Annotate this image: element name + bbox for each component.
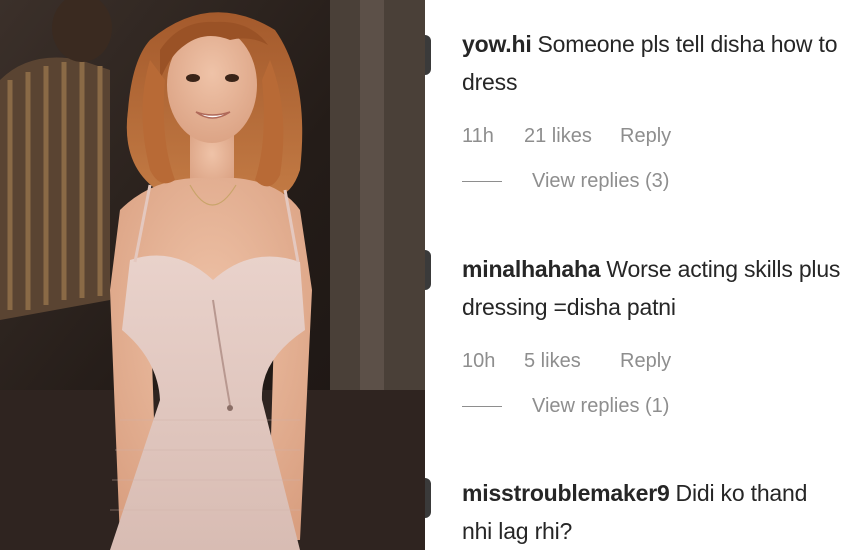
comments-panel: yow.hi Someone pls tell disha how to dres… <box>425 0 850 550</box>
view-replies-row[interactable]: View replies (1) <box>462 395 842 418</box>
comment-body: misstroublemaker9 Didi ko thand nhi lag r… <box>462 474 842 550</box>
comment-time: 11h <box>462 125 494 147</box>
avatar[interactable] <box>425 35 431 75</box>
comment-username[interactable]: minalhahaha <box>462 256 601 282</box>
screenshot-frame: yow.hi Someone pls tell disha how to dres… <box>0 0 850 550</box>
reply-button[interactable]: Reply <box>620 350 671 373</box>
avatar[interactable] <box>425 478 431 518</box>
comment-item: yow.hi Someone pls tell disha how to dres… <box>462 25 842 193</box>
comment-username[interactable]: misstroublemaker9 <box>462 480 670 506</box>
comment-item: misstroublemaker9 Didi ko thand nhi lag r… <box>462 474 842 550</box>
comment-meta: 11h 21 likes Reply <box>462 125 842 148</box>
comment-likes[interactable]: 21 likes <box>524 125 620 148</box>
comment-item: minalhahaha Worse acting skills plus dres… <box>462 250 842 418</box>
comment-time: 10h <box>462 350 496 372</box>
right-eye <box>225 74 239 82</box>
view-replies-button[interactable]: View replies (1) <box>532 395 669 418</box>
comment-meta: 10h 5 likes Reply <box>462 350 842 373</box>
replies-divider <box>462 181 502 182</box>
reply-button[interactable]: Reply <box>620 125 671 148</box>
photo-illustration <box>0 0 425 550</box>
post-photo <box>0 0 425 550</box>
comment-body: minalhahaha Worse acting skills plus dres… <box>462 250 842 326</box>
comment-likes[interactable]: 5 likes <box>524 350 620 373</box>
left-eye <box>186 74 200 82</box>
view-replies-row[interactable]: View replies (3) <box>462 170 842 193</box>
replies-divider <box>462 406 502 407</box>
avatar[interactable] <box>425 250 431 290</box>
view-replies-button[interactable]: View replies (3) <box>532 170 669 193</box>
comment-username[interactable]: yow.hi <box>462 31 532 57</box>
drawstring-bead <box>227 405 233 411</box>
comment-body: yow.hi Someone pls tell disha how to dres… <box>462 25 842 101</box>
